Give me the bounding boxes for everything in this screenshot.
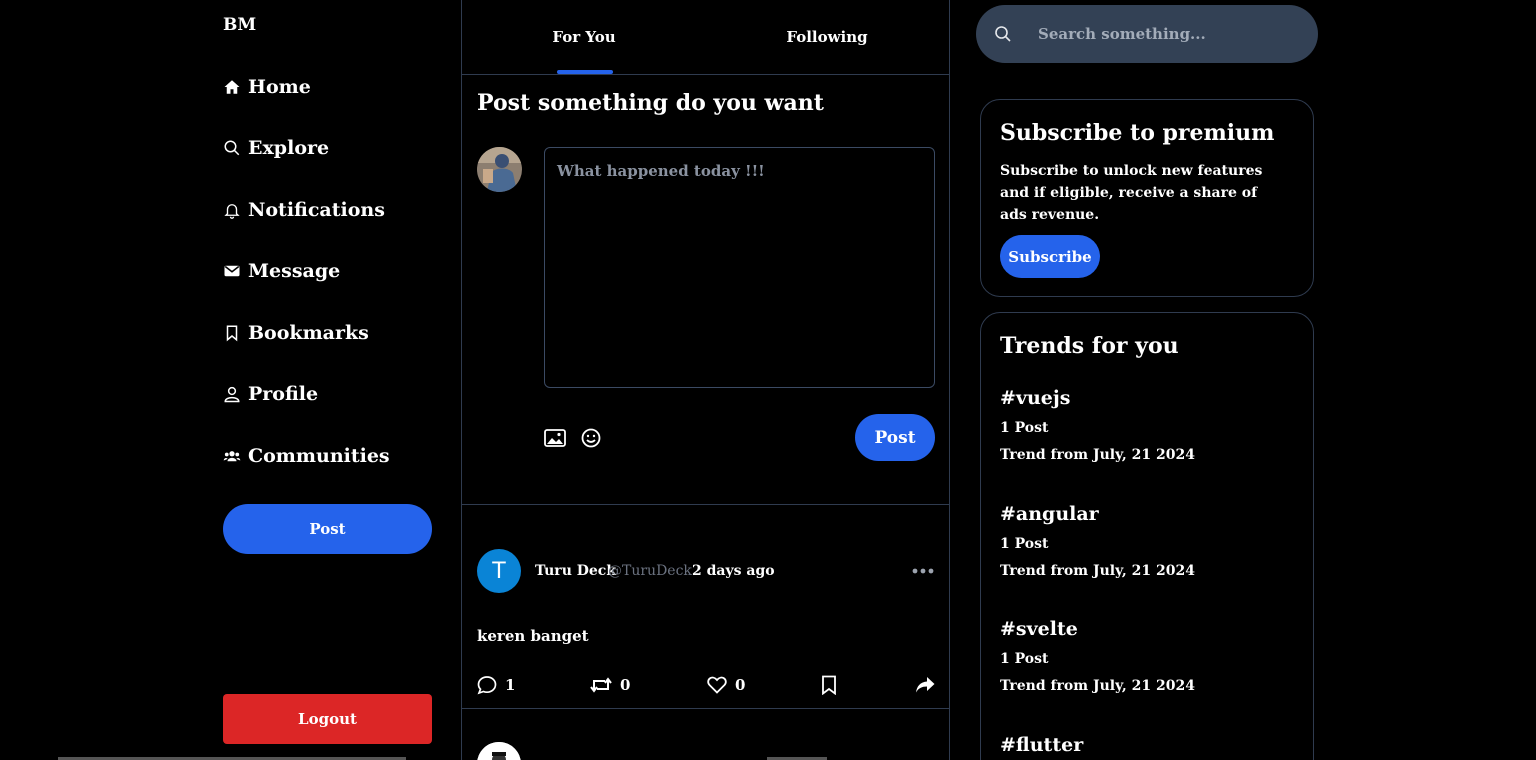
nav-item-label: Explore	[248, 137, 330, 159]
post-author-avatar[interactable]	[477, 742, 521, 760]
search-icon	[223, 139, 241, 157]
active-tab-indicator	[557, 70, 613, 74]
more-options-icon[interactable]	[910, 561, 936, 581]
divider	[462, 708, 949, 709]
trend-tag: #vuejs	[1000, 387, 1071, 409]
post-timestamp: 2 days ago	[692, 563, 775, 579]
repost-icon	[590, 677, 612, 693]
nav-item-message[interactable]: Message	[223, 256, 340, 286]
premium-card: Subscribe to premium Subscribe to unlock…	[980, 99, 1314, 297]
trend-post-count: 1 Post	[1000, 420, 1049, 436]
post-author-name[interactable]: Turu Deck	[535, 563, 616, 579]
trend-tag: #svelte	[1000, 618, 1078, 640]
premium-description: Subscribe to unlock new features and if …	[1000, 163, 1263, 223]
divider	[462, 504, 949, 505]
nav-item-profile[interactable]: Profile	[223, 379, 318, 409]
envelope-icon	[223, 262, 241, 280]
share-icon	[916, 677, 935, 693]
bookmark-icon	[223, 324, 241, 342]
bookmark-post-button[interactable]	[821, 674, 837, 696]
trends-card: Trends for you #vuejs 1 Post Trend from …	[980, 312, 1314, 760]
like-button[interactable]: 0	[707, 674, 745, 696]
subscribe-button[interactable]: Subscribe	[1000, 235, 1100, 278]
like-count: 0	[735, 676, 746, 694]
nav-item-label: Message	[248, 260, 341, 282]
nav-item-notifications[interactable]: Notifications	[223, 195, 385, 225]
nav-item-label: Notifications	[248, 199, 385, 221]
feed-tabs: For You Following	[462, 0, 949, 75]
compose-post-button[interactable]: Post	[855, 414, 935, 461]
sidebar-post-button[interactable]: Post	[223, 504, 432, 554]
trend-tag: #angular	[1000, 503, 1099, 525]
post-author-avatar[interactable]: T	[477, 549, 521, 593]
trend-item[interactable]: #angular 1 Post Trend from July, 21 2024	[1000, 503, 1290, 579]
nav-item-bookmarks[interactable]: Bookmarks	[223, 318, 369, 348]
repost-button[interactable]: 0	[590, 674, 630, 696]
sidebar: BM Home Explore Notifications Message Bo…	[223, 0, 432, 760]
trends-title: Trends for you	[1000, 333, 1179, 359]
share-button[interactable]	[915, 674, 935, 696]
nav-item-label: Home	[248, 76, 311, 98]
post-author-handle[interactable]: @TuruDeck	[608, 563, 692, 579]
nav-item-explore[interactable]: Explore	[223, 133, 329, 163]
tab-following[interactable]: Following	[777, 0, 877, 74]
trend-date: Trend from July, 21 2024	[1000, 447, 1195, 463]
post-content: keren banget	[477, 627, 589, 645]
image-icon[interactable]	[543, 426, 567, 450]
premium-title: Subscribe to premium	[1000, 120, 1275, 146]
nav-item-home[interactable]: Home	[223, 72, 311, 102]
nav-item-label: Communities	[248, 445, 390, 467]
heart-icon	[707, 676, 727, 694]
user-icon	[223, 385, 241, 403]
trend-date: Trend from July, 21 2024	[1000, 678, 1195, 694]
compose-title: Post something do you want	[477, 90, 824, 116]
trend-item[interactable]: #svelte 1 Post Trend from July, 21 2024	[1000, 618, 1290, 694]
current-user-avatar[interactable]	[477, 147, 522, 192]
trend-post-count: 1 Post	[1000, 536, 1049, 552]
home-icon	[223, 78, 241, 96]
main-feed: For You Following Post something do you …	[461, 0, 950, 760]
trend-post-count: 1 Post	[1000, 651, 1049, 667]
emoji-icon[interactable]	[579, 426, 603, 450]
search-input[interactable]	[1038, 19, 1298, 49]
search-bar[interactable]	[976, 5, 1318, 63]
logout-button[interactable]: Logout	[223, 694, 432, 744]
tab-for-you[interactable]: For You	[534, 0, 634, 74]
search-icon	[995, 26, 1011, 42]
compose-input[interactable]	[544, 147, 935, 388]
nav-item-label: Bookmarks	[248, 322, 369, 344]
comment-button[interactable]: 1	[477, 674, 515, 696]
bell-icon	[223, 201, 241, 219]
comment-count: 1	[505, 676, 516, 694]
users-icon	[223, 447, 241, 465]
trend-item[interactable]: #vuejs 1 Post Trend from July, 21 2024	[1000, 387, 1290, 463]
bookmark-icon	[822, 675, 836, 695]
repost-count: 0	[620, 676, 631, 694]
trend-tag: #flutter	[1000, 734, 1084, 756]
comment-icon	[477, 676, 497, 695]
nav-item-label: Profile	[248, 383, 319, 405]
trend-item[interactable]: #flutter	[1000, 734, 1290, 760]
trend-date: Trend from July, 21 2024	[1000, 563, 1195, 579]
brand-logo[interactable]: BM	[223, 15, 256, 35]
nav-item-communities[interactable]: Communities	[223, 441, 390, 471]
